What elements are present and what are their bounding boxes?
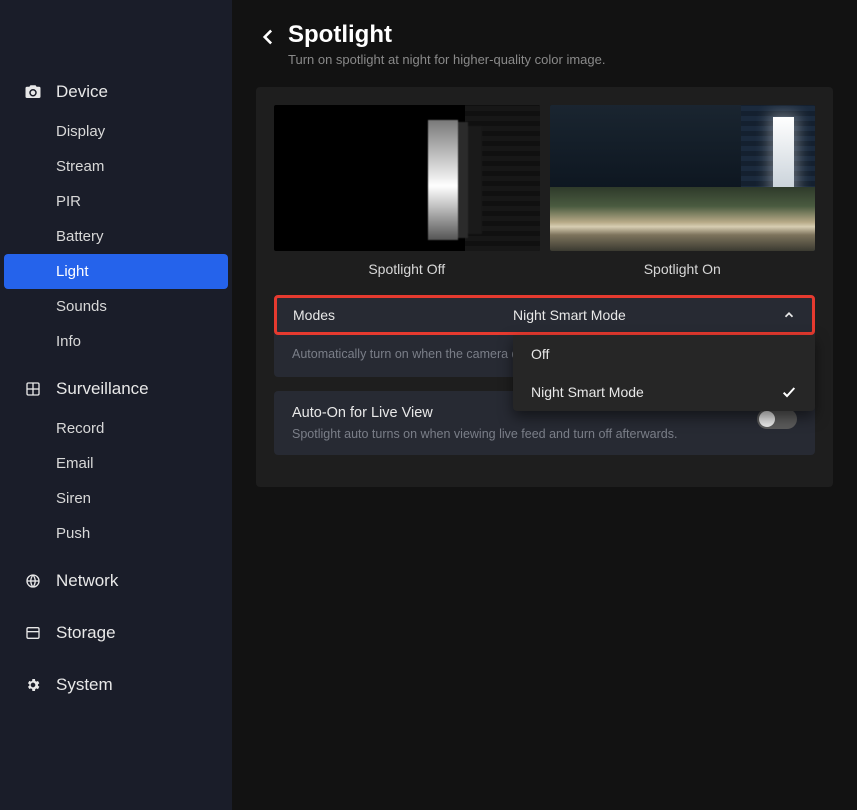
nav-header-storage[interactable]: Storage (0, 611, 232, 655)
nav-header-surveillance[interactable]: Surveillance (0, 367, 232, 411)
nav-header-label: Device (56, 82, 108, 102)
nav-section-system: System (0, 663, 232, 707)
back-button[interactable] (256, 26, 278, 48)
nav-sub-device: Display Stream PIR Battery Light Sounds … (0, 114, 232, 359)
preview-image-on (550, 105, 816, 251)
sidebar: Device Display Stream PIR Battery Light … (0, 0, 232, 810)
nav-section-network: Network (0, 559, 232, 603)
sidebar-item-pir[interactable]: PIR (4, 184, 228, 219)
spotlight-panel: Spotlight Off Spotlight On Modes Night S… (256, 87, 833, 487)
gear-icon (24, 676, 42, 694)
sidebar-item-stream[interactable]: Stream (4, 149, 228, 184)
modes-label: Modes (277, 298, 497, 332)
option-label: Off (531, 346, 549, 362)
globe-icon (24, 572, 42, 590)
sidebar-item-email[interactable]: Email (4, 446, 228, 481)
preview-label-on: Spotlight On (550, 261, 816, 277)
preview-label-off: Spotlight Off (274, 261, 540, 277)
nav-section-surveillance: Surveillance Record Email Siren Push (0, 367, 232, 551)
sidebar-item-push[interactable]: Push (4, 516, 228, 551)
nav-header-device[interactable]: Device (0, 70, 232, 114)
page-title-wrap: Spotlight Turn on spotlight at night for… (288, 22, 605, 67)
chevron-up-icon (782, 308, 796, 322)
modes-dropdown: Off Night Smart Mode (513, 335, 815, 411)
nav-header-system[interactable]: System (0, 663, 232, 707)
sidebar-item-siren[interactable]: Siren (4, 481, 228, 516)
modes-card: Modes Night Smart Mode Automatically tur… (274, 295, 815, 377)
option-label: Night Smart Mode (531, 384, 644, 400)
modes-option-off[interactable]: Off (513, 335, 815, 373)
nav-header-label: Surveillance (56, 379, 149, 399)
preview-image-off (274, 105, 540, 251)
preview-spotlight-on: Spotlight On (550, 105, 816, 277)
sidebar-item-sounds[interactable]: Sounds (4, 289, 228, 324)
sidebar-item-battery[interactable]: Battery (4, 219, 228, 254)
preview-row: Spotlight Off Spotlight On (274, 105, 815, 277)
auto-on-description: Spotlight auto turns on when viewing liv… (292, 427, 677, 441)
page-header: Spotlight Turn on spotlight at night for… (256, 22, 833, 67)
sidebar-item-light[interactable]: Light (4, 254, 228, 289)
preview-spotlight-off: Spotlight Off (274, 105, 540, 277)
sidebar-item-record[interactable]: Record (4, 411, 228, 446)
modes-select[interactable]: Night Smart Mode (497, 298, 812, 332)
modes-row-highlight: Modes Night Smart Mode (274, 295, 815, 335)
auto-on-toggle[interactable] (757, 409, 797, 429)
check-icon (781, 384, 797, 400)
page-title: Spotlight (288, 22, 605, 48)
nav-section-storage: Storage (0, 611, 232, 655)
modes-selected-value: Night Smart Mode (513, 307, 626, 323)
sidebar-item-display[interactable]: Display (4, 114, 228, 149)
nav-sub-surveillance: Record Email Siren Push (0, 411, 232, 551)
storage-icon (24, 624, 42, 642)
grid-icon (24, 380, 42, 398)
nav-header-network[interactable]: Network (0, 559, 232, 603)
nav-header-label: Network (56, 571, 118, 591)
modes-option-night-smart[interactable]: Night Smart Mode (513, 373, 815, 411)
page-subtitle: Turn on spotlight at night for higher-qu… (288, 52, 605, 67)
main-content: Spotlight Turn on spotlight at night for… (232, 0, 857, 810)
nav-header-label: System (56, 675, 113, 695)
camera-icon (24, 83, 42, 101)
nav-header-label: Storage (56, 623, 116, 643)
sidebar-item-info[interactable]: Info (4, 324, 228, 359)
nav-section-device: Device Display Stream PIR Battery Light … (0, 70, 232, 359)
